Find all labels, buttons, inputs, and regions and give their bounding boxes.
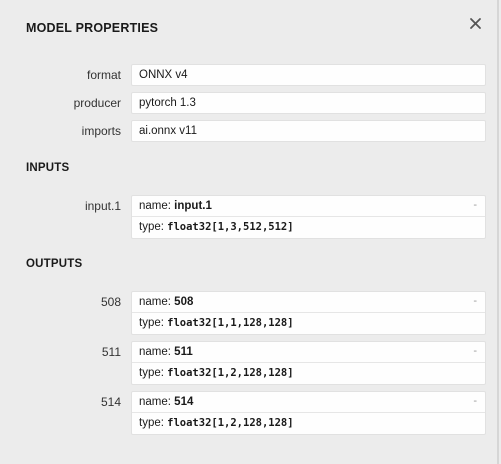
- type-label: type:: [139, 417, 164, 429]
- property-value: ai.onnx v11: [131, 120, 486, 142]
- property-value: pytorch 1.3: [131, 92, 486, 114]
- model-properties-panel: MODEL PROPERTIES format ONNX v4 producer…: [0, 0, 499, 464]
- name-label: name:: [139, 396, 171, 408]
- property-row-imports: imports ai.onnx v11: [0, 120, 487, 142]
- property-value: ONNX v4: [131, 64, 486, 86]
- property-name: imports: [81, 124, 121, 138]
- type-label: type:: [139, 317, 164, 329]
- property-name: producer: [73, 96, 121, 110]
- argument-box: name: input.1 - type: float32[1,3,512,51…: [131, 195, 486, 239]
- type-value: float32[1,2,128,128]: [167, 417, 294, 429]
- argument-box: name: 511 - type: float32[1,2,128,128]: [131, 341, 486, 385]
- expand-toggle[interactable]: -: [473, 295, 477, 307]
- argument-name: 514: [100, 395, 121, 409]
- type-label: type:: [139, 221, 164, 233]
- name-value: 508: [174, 296, 194, 308]
- outputs-header: OUTPUTS: [26, 258, 83, 270]
- argument-name: 511: [101, 345, 121, 359]
- name-label: name:: [139, 346, 171, 358]
- argument-type-line: type: float32[1,2,128,128]: [132, 363, 485, 384]
- argument-box: name: 508 - type: float32[1,1,128,128]: [131, 291, 486, 335]
- argument-name-line[interactable]: name: 508 -: [132, 292, 485, 313]
- argument-name-line[interactable]: name: 511 -: [132, 342, 485, 363]
- type-value: float32[1,1,128,128]: [167, 317, 294, 329]
- name-label: name:: [139, 200, 171, 212]
- argument-type-line: type: float32[1,2,128,128]: [132, 413, 485, 434]
- argument-type-line: type: float32[1,1,128,128]: [132, 313, 485, 334]
- inputs-header: INPUTS: [26, 162, 70, 174]
- type-value: float32[1,3,512,512]: [167, 221, 294, 233]
- argument-type-line: type: float32[1,3,512,512]: [132, 217, 485, 238]
- panel-title: MODEL PROPERTIES: [26, 21, 159, 35]
- expand-toggle[interactable]: -: [473, 395, 477, 407]
- type-label: type:: [139, 367, 164, 379]
- expand-toggle[interactable]: -: [473, 199, 477, 211]
- name-label: name:: [139, 296, 171, 308]
- name-value: 514: [174, 396, 194, 408]
- property-row-format: format ONNX v4: [0, 64, 487, 86]
- expand-toggle[interactable]: -: [473, 345, 477, 357]
- type-value: float32[1,2,128,128]: [167, 367, 294, 379]
- name-value: input.1: [174, 200, 212, 212]
- close-icon[interactable]: [466, 14, 486, 34]
- property-name: format: [86, 68, 121, 82]
- name-value: 511: [174, 346, 193, 358]
- argument-name: input.1: [84, 199, 121, 213]
- argument-name-line[interactable]: name: input.1 -: [132, 196, 485, 217]
- argument-box: name: 514 - type: float32[1,2,128,128]: [131, 391, 486, 435]
- argument-name: 508: [100, 295, 121, 309]
- property-row-producer: producer pytorch 1.3: [0, 92, 487, 114]
- argument-name-line[interactable]: name: 514 -: [132, 392, 485, 413]
